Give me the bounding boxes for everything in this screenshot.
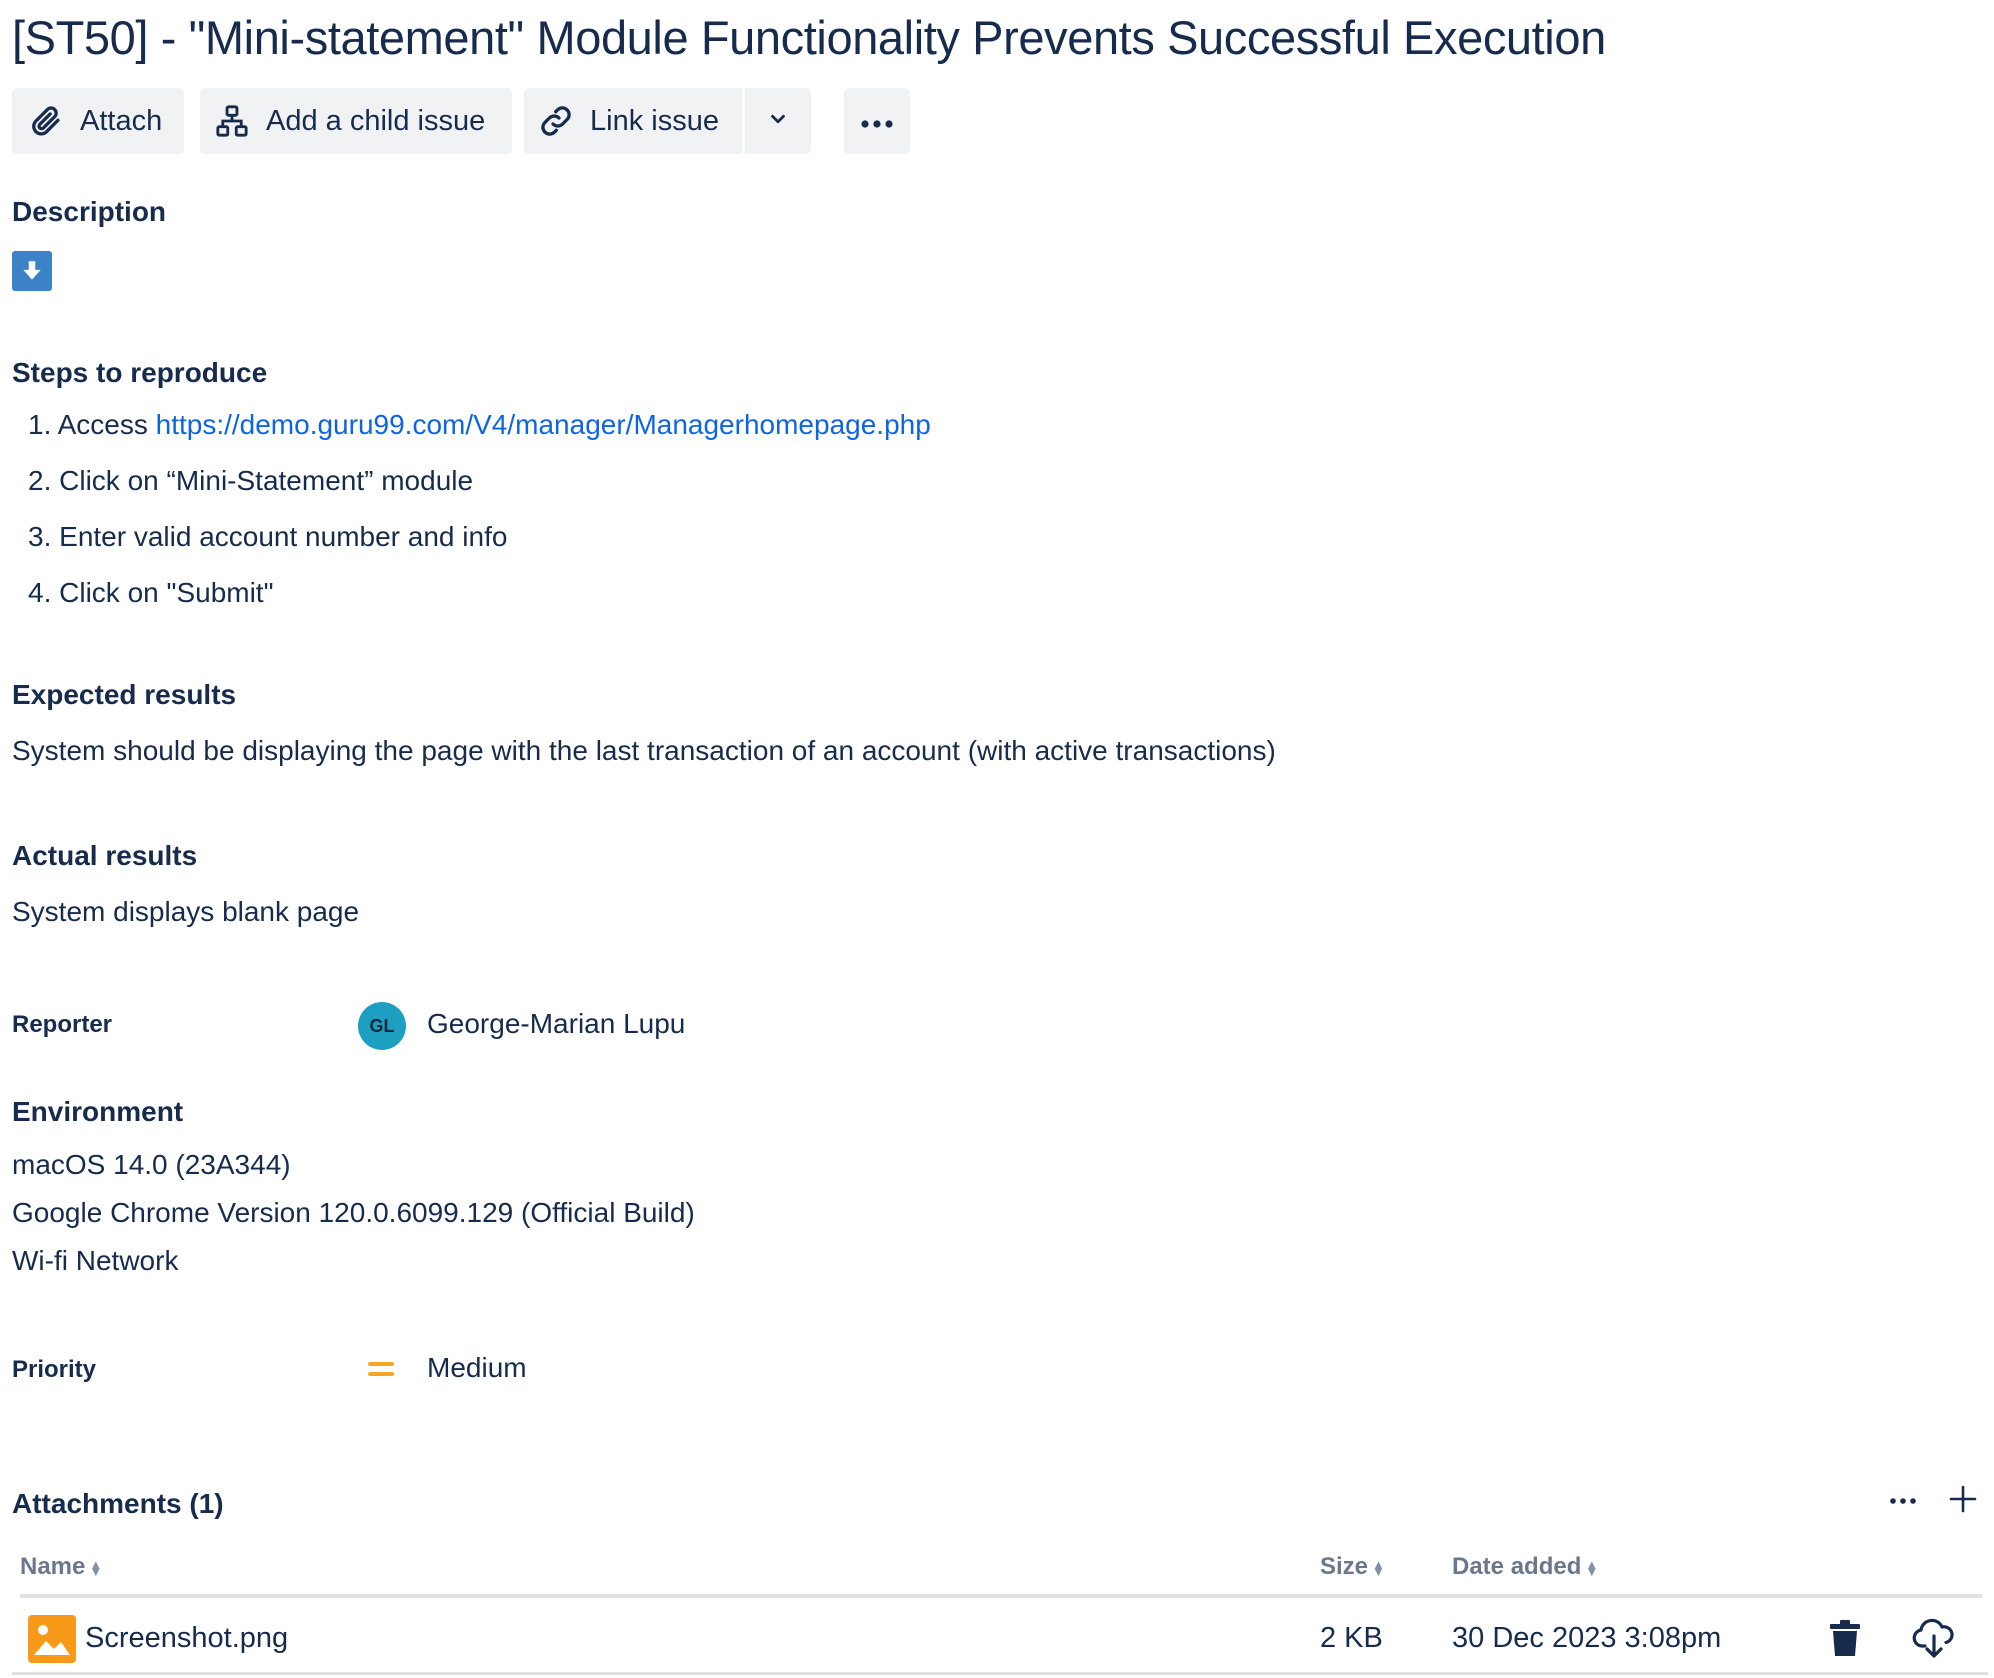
attachments-more-button[interactable] [1888,1478,1918,1515]
environment-line-1: macOS 14.0 (23A344) [12,1149,291,1180]
environment-line-2: Google Chrome Version 120.0.6099.129 (Of… [12,1197,695,1228]
actual-results-text: System displays blank page [12,896,360,927]
attachment-date: 30 Dec 2023 3:08pm [1452,1622,1722,1654]
step-link[interactable]: https://demo.guru99.com/V4/manager/Manag… [156,409,931,440]
more-horizontal-icon [1888,1478,1918,1514]
step-item-3: 3. Enter valid account number and info [28,521,508,552]
cloud-download-icon [1912,1618,1956,1664]
attachment-size: 2 KB [1320,1622,1383,1654]
chevron-down-icon [767,105,789,138]
sort-icon: ▲ ▼ [1585,1556,1599,1579]
reporter-label: Reporter [12,1011,113,1038]
link-issue-button[interactable]: Link issue [524,88,742,154]
attach-label: Attach [80,104,163,137]
priority-value[interactable]: Medium [427,1352,527,1384]
environment-line-3: Wi-fi Network [12,1245,179,1276]
link-issue-label: Link issue [590,104,719,137]
add-child-issue-button[interactable]: Add a child issue [200,88,512,154]
table-bottom-divider [12,1672,1988,1675]
trash-icon [1828,1620,1862,1662]
expected-results-text: System should be displaying the page wit… [12,735,1276,766]
description-heading: Description [12,196,167,227]
delete-attachment-button[interactable] [1828,1620,1862,1663]
priority-medium-icon [368,1358,396,1380]
hierarchy-icon [212,101,252,141]
plus-icon [1948,1485,1978,1521]
link-issue-dropdown-button[interactable] [745,88,811,154]
attachment-name[interactable]: Screenshot.png [85,1622,288,1655]
expected-results-heading: Expected results [12,679,237,710]
reporter-name[interactable]: George-Marian Lupu [427,1008,685,1040]
step-item-4: 4. Click on "Submit" [28,577,274,608]
environment-heading: Environment [12,1096,184,1127]
add-child-issue-label: Add a child issue [266,104,486,137]
column-header-name[interactable]: Name ▲ ▼ [20,1553,102,1581]
actual-results-heading: Actual results [12,840,198,871]
download-attachment-button[interactable] [1912,1618,1956,1665]
sort-icon: ▲ ▼ [89,1556,103,1579]
table-header-divider [20,1594,1982,1598]
more-horizontal-icon [857,105,897,138]
attach-button[interactable]: Attach [12,88,184,154]
column-header-date[interactable]: Date added ▲ ▼ [1452,1553,1598,1581]
add-attachment-button[interactable] [1948,1484,1978,1522]
download-arrow-icon[interactable] [12,251,52,291]
paperclip-icon [26,101,66,141]
more-actions-button[interactable] [844,88,910,154]
priority-label: Priority [12,1356,97,1383]
column-header-size[interactable]: Size ▲ ▼ [1320,1553,1385,1581]
avatar[interactable]: GL [358,1002,406,1050]
sort-icon: ▲ ▼ [1372,1556,1385,1579]
link-icon [536,101,576,141]
attachments-heading: Attachments (1) [12,1488,224,1519]
issue-title[interactable]: [ST50] - "Mini-statement" Module Functio… [12,8,1972,68]
step-item-1: 1. Access https://demo.guru99.com/V4/man… [28,409,931,440]
steps-heading: Steps to reproduce [12,357,268,388]
step-item-2: 2. Click on “Mini-Statement” module [28,465,474,496]
image-file-icon [28,1615,76,1663]
